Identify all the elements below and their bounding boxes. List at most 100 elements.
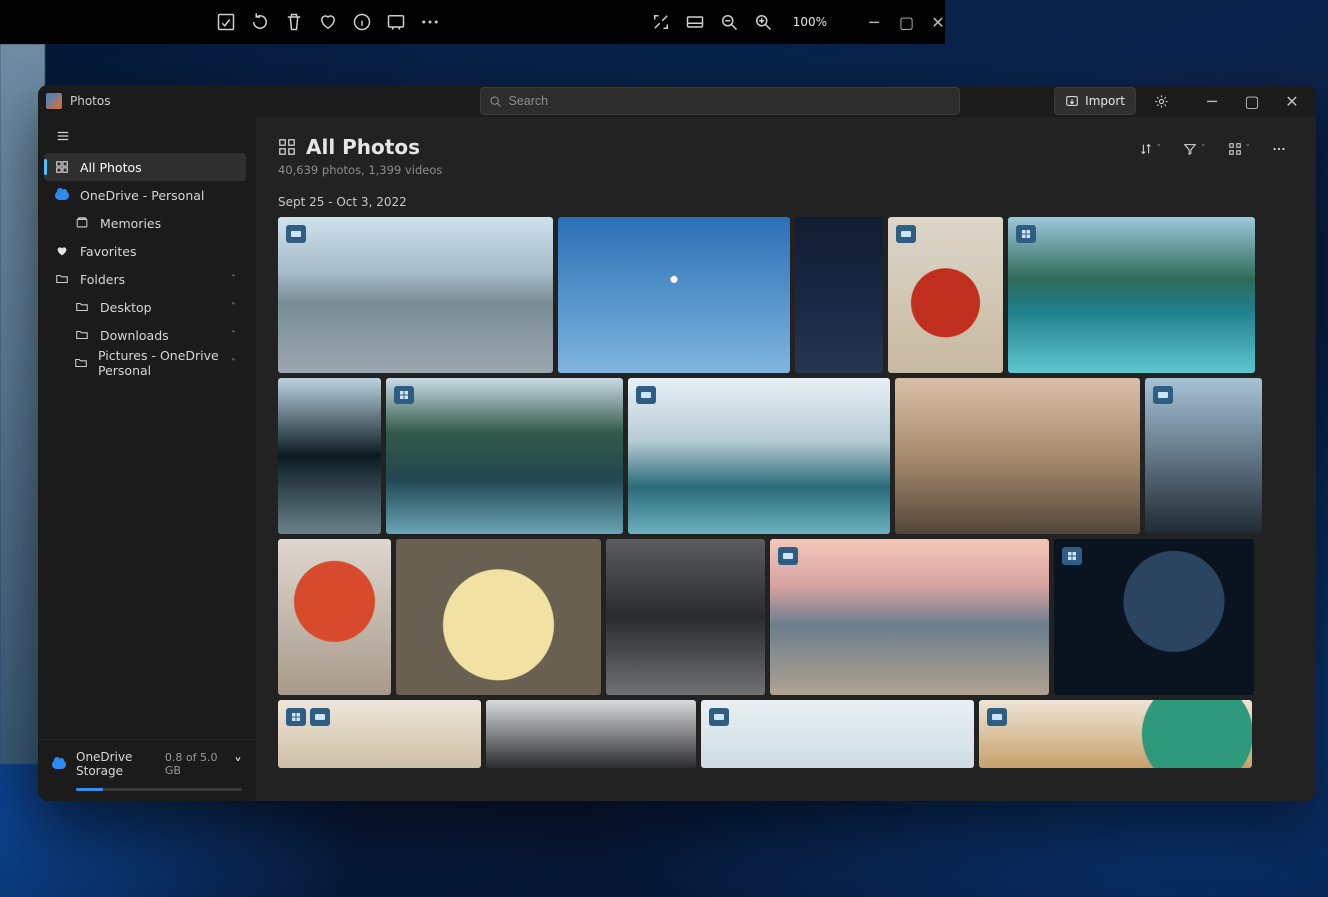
- search-box[interactable]: [480, 87, 960, 115]
- album-badge-icon: [286, 708, 306, 726]
- minimize-button[interactable]: ─: [1192, 87, 1232, 115]
- chevron-down-icon: ˅: [234, 755, 242, 774]
- more-icon[interactable]: [420, 12, 440, 32]
- photo-thumbnail[interactable]: [701, 700, 974, 768]
- memories-icon: [74, 215, 90, 231]
- fullscreen-icon[interactable]: [651, 12, 671, 32]
- photo-grid-icon: [54, 159, 70, 175]
- close-button[interactable]: ✕: [1272, 87, 1312, 115]
- photo-thumbnail[interactable]: [396, 539, 601, 695]
- window-minimize-icon[interactable]: ─: [867, 13, 881, 32]
- sidebar: All Photos OneDrive - Personal Memories …: [38, 117, 256, 801]
- photo-thumbnail[interactable]: [558, 217, 790, 373]
- zoom-out-icon[interactable]: [719, 12, 739, 32]
- delete-icon[interactable]: [284, 12, 304, 32]
- hamburger-icon: [56, 129, 70, 143]
- chevron-down-icon: ˅: [231, 302, 236, 313]
- info-icon[interactable]: [352, 12, 372, 32]
- folder-icon: [74, 355, 88, 371]
- sidebar-item-label: Memories: [100, 216, 161, 231]
- search-icon: [489, 95, 502, 108]
- sidebar-item-downloads[interactable]: Downloads ˅: [44, 321, 246, 349]
- page-subtitle: 40,639 photos, 1,399 videos: [278, 163, 442, 177]
- photo-thumbnail[interactable]: [1145, 378, 1262, 534]
- main-content: All Photos 40,639 photos, 1,399 videos ˅…: [256, 117, 1316, 801]
- grid-layout-icon: [1228, 142, 1242, 156]
- filter-icon: [1183, 142, 1197, 156]
- heart-icon: [54, 243, 70, 259]
- hamburger-button[interactable]: [46, 121, 80, 151]
- photo-thumbnail[interactable]: [278, 217, 553, 373]
- onedrive-badge-icon: [310, 708, 330, 726]
- photo-thumbnail[interactable]: [628, 378, 890, 534]
- edit-icon[interactable]: [216, 12, 236, 32]
- app-icon: [46, 93, 62, 109]
- maximize-button[interactable]: ▢: [1232, 87, 1272, 115]
- onedrive-badge-icon: [709, 708, 729, 726]
- storage-label: OneDrive Storage: [76, 750, 155, 778]
- titlebar[interactable]: Photos Import ─ ▢ ✕: [38, 85, 1316, 117]
- sidebar-item-desktop[interactable]: Desktop ˅: [44, 293, 246, 321]
- date-group-label: Sept 25 - Oct 3, 2022: [256, 185, 1316, 217]
- album-badge-icon: [394, 386, 414, 404]
- photo-gallery: [256, 217, 1316, 801]
- photo-thumbnail[interactable]: [486, 700, 696, 768]
- storage-row[interactable]: OneDrive Storage 0.8 of 5.0 GB ˅: [38, 739, 256, 788]
- sort-button[interactable]: ˅: [1131, 135, 1170, 163]
- sidebar-item-label: Downloads: [100, 328, 169, 343]
- storage-value: 0.8 of 5.0 GB: [165, 751, 218, 777]
- photo-thumbnail[interactable]: [979, 700, 1252, 768]
- onedrive-badge-icon: [286, 225, 306, 243]
- sidebar-item-all-photos[interactable]: All Photos: [44, 153, 246, 181]
- sidebar-item-onedrive[interactable]: OneDrive - Personal: [44, 181, 246, 209]
- sidebar-item-label: Folders: [80, 272, 125, 287]
- favorite-icon[interactable]: [318, 12, 338, 32]
- more-icon: [1272, 142, 1286, 156]
- settings-button[interactable]: [1144, 87, 1178, 115]
- search-input[interactable]: [508, 94, 951, 108]
- photo-thumbnail[interactable]: [1054, 539, 1254, 695]
- photo-thumbnail[interactable]: [386, 378, 623, 534]
- photo-thumbnail[interactable]: [278, 378, 381, 534]
- onedrive-icon: [54, 187, 70, 203]
- sidebar-item-label: Favorites: [80, 244, 136, 259]
- rotate-icon[interactable]: [250, 12, 270, 32]
- sidebar-item-memories[interactable]: Memories: [44, 209, 246, 237]
- gear-icon: [1154, 94, 1169, 109]
- folder-icon: [54, 271, 70, 287]
- photo-thumbnail[interactable]: [795, 217, 883, 373]
- import-icon: [1065, 94, 1079, 108]
- filter-button[interactable]: ˅: [1175, 135, 1214, 163]
- zoom-in-icon[interactable]: [753, 12, 773, 32]
- onedrive-badge-icon: [636, 386, 656, 404]
- photo-thumbnail[interactable]: [278, 539, 391, 695]
- sidebar-item-label: Desktop: [100, 300, 152, 315]
- chevron-down-icon: ˅: [231, 330, 236, 341]
- onedrive-badge-icon: [1153, 386, 1173, 404]
- layout-button[interactable]: ˅: [1220, 135, 1259, 163]
- more-button[interactable]: [1264, 135, 1294, 163]
- photo-thumbnail[interactable]: [770, 539, 1049, 695]
- window-maximize-icon[interactable]: ▢: [899, 13, 913, 32]
- chevron-down-icon: ˅: [231, 358, 236, 369]
- sidebar-item-folders[interactable]: Folders ˄: [44, 265, 246, 293]
- photos-app-window: Photos Import ─ ▢ ✕: [38, 85, 1316, 801]
- import-label: Import: [1085, 94, 1125, 108]
- import-button[interactable]: Import: [1054, 87, 1136, 115]
- photo-thumbnail[interactable]: [895, 378, 1140, 534]
- sidebar-item-pictures-onedrive[interactable]: Pictures - OneDrive Personal ˅: [44, 349, 246, 377]
- photo-thumbnail[interactable]: [1008, 217, 1255, 373]
- sidebar-item-label: All Photos: [80, 160, 142, 175]
- filmstrip-icon[interactable]: [685, 12, 705, 32]
- photo-thumbnail[interactable]: [278, 700, 481, 768]
- folder-icon: [74, 299, 90, 315]
- slideshow-icon[interactable]: [386, 12, 406, 32]
- storage-progress: [76, 788, 242, 791]
- zoom-level: 100%: [793, 15, 827, 29]
- photo-thumbnail[interactable]: [606, 539, 765, 695]
- photo-grid-icon: [278, 138, 296, 156]
- sidebar-item-label: OneDrive - Personal: [80, 188, 204, 203]
- window-close-icon[interactable]: ✕: [931, 13, 945, 32]
- sidebar-item-favorites[interactable]: Favorites: [44, 237, 246, 265]
- photo-thumbnail[interactable]: [888, 217, 1003, 373]
